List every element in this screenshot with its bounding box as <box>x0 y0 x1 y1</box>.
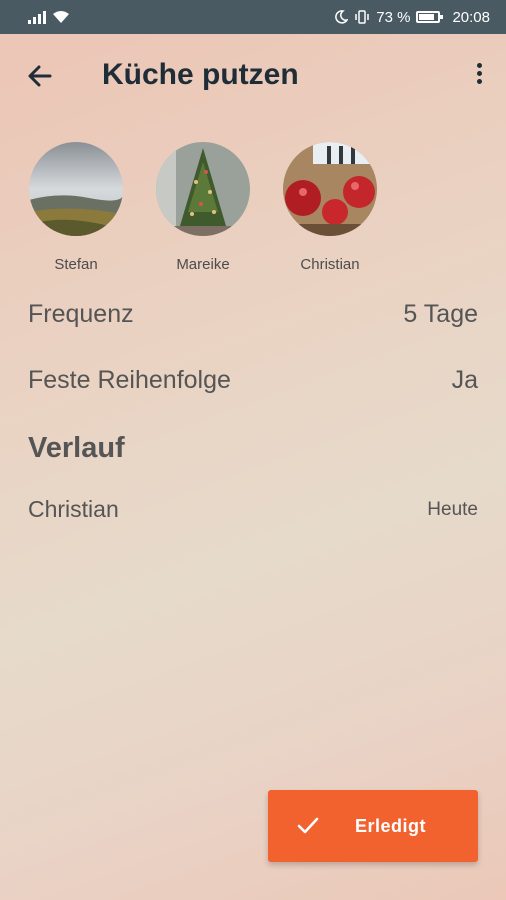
more-vert-icon[interactable] <box>472 60 486 92</box>
avatar-stefan <box>29 142 123 236</box>
frequency-label: Frequenz <box>28 300 134 328</box>
history-title: Verlauf <box>28 432 125 464</box>
vibrate-icon <box>355 10 369 24</box>
member-stefan[interactable]: Stefan <box>28 142 124 273</box>
status-right: 73 % 20:08 <box>334 9 490 26</box>
fixed-order-row: Feste Reihenfolge Ja <box>28 366 478 395</box>
member-mareike[interactable]: Mareike <box>155 142 251 273</box>
status-left <box>28 10 70 24</box>
member-christian[interactable]: Christian <box>282 142 378 273</box>
fixed-order-label: Feste Reihenfolge <box>28 366 231 394</box>
battery-percent: 73 % <box>376 8 411 26</box>
history-date: Heute <box>427 498 478 520</box>
history-row: Christian Heute <box>28 496 478 523</box>
done-button[interactable]: Erledigt <box>268 790 478 862</box>
member-name: Stefan <box>54 256 98 273</box>
clock: 20:08 <box>452 8 490 26</box>
fixed-order-value: Ja <box>451 366 478 394</box>
member-name: Christian <box>300 256 360 273</box>
done-button-label: Erledigt <box>355 816 427 836</box>
moon-icon <box>335 10 349 24</box>
frequency-value: 5 Tage <box>403 300 478 328</box>
member-name: Mareike <box>176 256 230 273</box>
battery-icon <box>416 11 444 23</box>
frequency-row: Frequenz 5 Tage <box>28 300 478 329</box>
history-name: Christian <box>28 496 119 522</box>
signal-icon <box>28 10 46 24</box>
back-arrow-icon[interactable] <box>24 60 56 92</box>
avatar-mareike <box>156 142 250 236</box>
wifi-icon <box>53 11 69 23</box>
check-icon <box>297 817 319 834</box>
page-title: Küche putzen <box>102 58 299 91</box>
app-bar: Küche putzen <box>0 48 506 104</box>
avatar-christian <box>283 142 377 236</box>
status-bar: 73 % 20:08 <box>0 0 506 34</box>
